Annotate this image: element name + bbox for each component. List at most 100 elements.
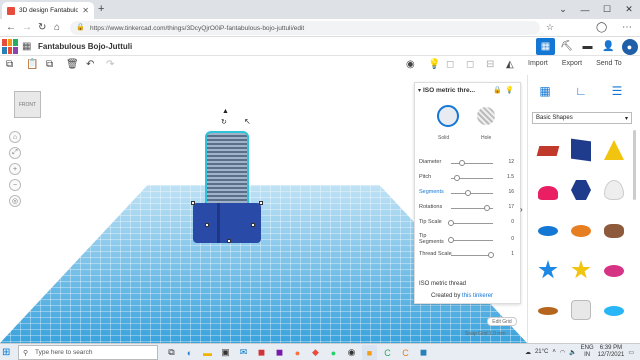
solid-option[interactable] [437, 105, 459, 127]
language-indicator[interactable]: ENG IN [581, 345, 594, 359]
fit-view-icon[interactable]: ⤢ [9, 147, 21, 159]
perspective-icon[interactable]: ◎ [9, 195, 21, 207]
param-slider-track[interactable] [451, 255, 493, 256]
param-value[interactable]: 17 [508, 204, 514, 210]
favorite-star-icon[interactable]: ☆ [546, 22, 554, 33]
param-slider-knob[interactable] [487, 252, 494, 258]
delete-icon[interactable]: 🗑 [66, 59, 79, 70]
shape-category-dropdown[interactable]: Basic Shapes ▾ [532, 112, 632, 124]
account-avatar[interactable]: ● [621, 38, 638, 55]
lift-arrow-icon[interactable]: ▲ [222, 108, 229, 115]
app-c-icon[interactable]: C [380, 345, 395, 360]
snap-grid-control[interactable]: Snap Grid 1.0 mm [465, 331, 506, 337]
zoom-out-icon[interactable]: − [9, 179, 21, 191]
edit-grid-button[interactable]: Edit Grid [487, 317, 517, 326]
app-icon[interactable]: ◼ [416, 345, 431, 360]
shape-star[interactable] [538, 260, 558, 279]
back-button[interactable]: ← [6, 22, 16, 33]
profile-icon[interactable]: ◯ [596, 22, 607, 33]
temperature[interactable]: 21°C [535, 349, 548, 355]
zoom-in-icon[interactable]: + [9, 163, 21, 175]
shape-box[interactable] [571, 138, 591, 162]
ungroup-icon[interactable]: ◻ [466, 59, 474, 70]
file-explorer-icon[interactable]: ▬ [200, 345, 215, 360]
mail-icon[interactable]: ✉ [236, 345, 251, 360]
param-slider-track[interactable] [451, 223, 493, 224]
align-icon[interactable]: ⊟ [486, 59, 494, 70]
workplane-icon[interactable]: ▦ [536, 83, 554, 99]
add-user-icon[interactable]: 👤 [599, 38, 618, 55]
param-slider-knob[interactable] [464, 190, 471, 196]
briefcase-icon[interactable]: ▬ [578, 38, 597, 55]
office-icon[interactable]: ◼ [254, 345, 269, 360]
shape-box-rounded[interactable] [571, 300, 591, 320]
shape-star[interactable] [571, 260, 591, 279]
shape-ellipsoid[interactable] [604, 306, 624, 316]
notifications-icon[interactable]: ▭ [628, 349, 634, 356]
param-slider-knob[interactable] [458, 160, 465, 166]
import-button[interactable]: Import [528, 60, 548, 67]
home-button[interactable]: ⌂ [54, 22, 60, 33]
shape-mountain[interactable] [604, 224, 624, 238]
url-field[interactable]: 🔒 https://www.tinkercad.com/things/3DcyQ… [70, 21, 540, 35]
minimize-button[interactable]: — [574, 0, 596, 19]
weather-icon[interactable]: ☁ [525, 349, 531, 356]
view-cube[interactable]: FRONT [14, 91, 41, 118]
param-slider-knob[interactable] [454, 175, 461, 181]
undo-icon[interactable]: ↶ [86, 59, 94, 70]
param-slider-knob[interactable] [448, 220, 454, 226]
param-value[interactable]: 0 [511, 236, 514, 242]
volume-icon[interactable]: 🔈 [569, 349, 576, 356]
resize-handle[interactable] [205, 223, 209, 227]
param-slider-knob[interactable] [483, 205, 490, 211]
copy-icon[interactable]: ⧉ [6, 59, 13, 70]
task-view-icon[interactable]: ⧉ [164, 345, 179, 360]
maximize-button[interactable]: ☐ [596, 0, 618, 19]
hole-option[interactable] [477, 107, 495, 125]
rotate-handle-icon[interactable]: ↻ [221, 118, 227, 126]
shape-torus[interactable] [604, 265, 624, 277]
shape-polygon[interactable] [571, 180, 591, 200]
ruler-icon[interactable]: ∟ [572, 83, 590, 99]
param-value[interactable]: 1.5 [507, 174, 514, 180]
pickaxe-icon[interactable]: ⛏ [557, 38, 576, 55]
network-icon[interactable]: ◠ [560, 349, 565, 356]
shape-text-shape[interactable] [536, 146, 560, 156]
forward-button[interactable]: → [22, 22, 32, 33]
param-slider-knob[interactable] [448, 237, 454, 243]
param-value[interactable]: 12 [508, 159, 514, 165]
group-icon[interactable]: ◻ [446, 59, 454, 70]
param-value[interactable]: 0 [511, 219, 514, 225]
creator-link[interactable]: this tinkerer [462, 293, 493, 299]
shape-pyramid[interactable] [604, 140, 624, 160]
duplicate-icon[interactable]: ⧉ [46, 59, 53, 70]
snap-grid-value[interactable]: 1.0 mm [489, 331, 506, 337]
export-button[interactable]: Export [562, 60, 582, 67]
visibility-bulb-icon[interactable]: 💡 [505, 86, 514, 94]
tray-chevron-icon[interactable]: ˄ [552, 349, 556, 355]
param-slider-track[interactable] [451, 163, 493, 164]
redo-icon[interactable]: ↷ [106, 59, 114, 70]
shape-torus[interactable] [538, 226, 558, 236]
send-to-button[interactable]: Send To [596, 60, 622, 67]
whatsapp-icon[interactable]: ● [326, 345, 341, 360]
tinkercad-logo[interactable] [2, 39, 18, 54]
light-bulb-icon[interactable]: 💡 [428, 59, 440, 70]
mirror-icon[interactable]: ◭ [506, 59, 514, 70]
resize-handle[interactable] [227, 239, 231, 243]
thread-body[interactable] [205, 131, 249, 209]
new-tab-button[interactable]: + [98, 3, 104, 15]
app-c-icon[interactable]: C [398, 345, 413, 360]
windows-start-icon[interactable]: ⊞ [2, 347, 10, 358]
3d-view-icon[interactable]: ▦ [536, 38, 555, 55]
home-view-icon[interactable]: ⌂ [9, 131, 21, 143]
paste-icon[interactable]: 📋 [26, 59, 38, 70]
shape-ring[interactable] [538, 307, 558, 315]
notes-icon[interactable]: ◉ [406, 59, 415, 70]
param-value[interactable]: 1 [511, 251, 514, 257]
lock-icon[interactable]: 🔒 [493, 86, 502, 94]
tab-list-button[interactable]: ⌄ [552, 0, 574, 19]
app-icon[interactable]: ◆ [308, 345, 323, 360]
close-window-button[interactable]: ✕ [618, 0, 640, 19]
onenote-icon[interactable]: ◼ [272, 345, 287, 360]
